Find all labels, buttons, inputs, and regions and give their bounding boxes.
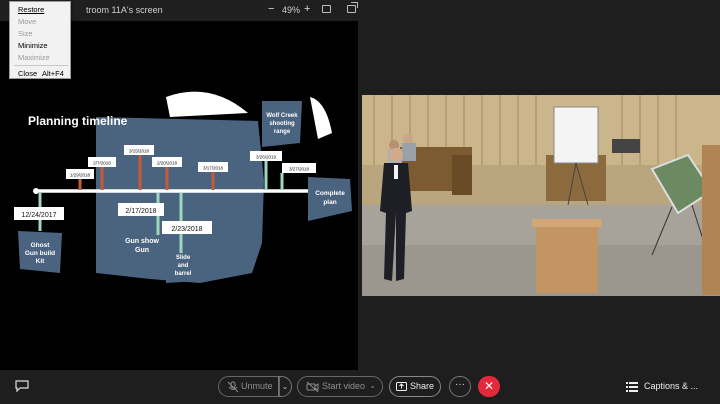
mic-muted-icon xyxy=(227,381,239,393)
zoom-level-readout[interactable]: 49% xyxy=(282,5,300,15)
date-label-below-3: 2/23/2018 xyxy=(171,226,202,233)
menu-item-restore[interactable]: Restore xyxy=(18,5,44,14)
share-screen-icon xyxy=(396,382,407,391)
date-label-3: 3/15/2018 xyxy=(129,149,150,154)
date-label-7: 3/27/2018 xyxy=(289,167,310,172)
share-label: Share xyxy=(410,381,435,391)
date-label-1: 1/29/2018 xyxy=(70,173,91,178)
date-label-4: 2/20/2018 xyxy=(157,161,178,166)
video-options-chevron-icon[interactable]: ⌄ xyxy=(369,381,376,390)
courtroom-video-frame xyxy=(362,95,720,296)
leave-meeting-button[interactable]: ✕ xyxy=(478,376,500,397)
system-menu: Restore Move Size Minimize Maximize Clos… xyxy=(9,1,71,79)
unmute-label: Unmute xyxy=(241,381,273,391)
chevron-down-icon: ⌄ xyxy=(281,382,289,391)
meeting-controls: Unmute ⌄ Start video ⌄ Share ··· ✕ Capti… xyxy=(0,370,720,404)
captions-icon xyxy=(626,382,638,392)
shared-screen-header: troom 11A's screen − 49% + xyxy=(0,0,720,20)
menu-item-maximize: Maximize xyxy=(18,53,50,62)
timeline-axis-start xyxy=(33,188,39,194)
fit-to-window-icon[interactable] xyxy=(322,5,331,13)
courtroom-video-feed xyxy=(362,95,720,296)
audio-options-chevron[interactable]: ⌄ xyxy=(278,376,292,397)
share-button[interactable]: Share xyxy=(389,376,441,397)
start-video-button[interactable]: Start video ⌄ xyxy=(297,376,383,397)
menu-item-close-shortcut: Alt+F4 xyxy=(42,69,64,78)
chat-icon[interactable] xyxy=(15,380,29,392)
date-label-5: 3/17/2018 xyxy=(203,166,224,171)
date-label-below-2: 2/17/2018 xyxy=(125,208,156,215)
menu-item-move: Move xyxy=(18,17,37,26)
zoom-out-button[interactable]: − xyxy=(268,3,274,15)
menu-item-size: Size xyxy=(18,29,33,38)
zoom-in-button[interactable]: + xyxy=(304,3,310,15)
slide-ornament xyxy=(166,91,248,117)
more-options-button[interactable]: ··· xyxy=(449,376,471,397)
menu-item-minimize[interactable]: Minimize xyxy=(18,41,48,50)
slide-title: Planning timeline xyxy=(28,114,128,128)
slide-ornament-right xyxy=(310,97,332,139)
date-label-below-1: 12/24/2017 xyxy=(21,212,56,219)
date-label-6: 3/26/2019 xyxy=(256,155,277,160)
date-label-2: 2/7/2018 xyxy=(93,161,111,166)
close-icon: ✕ xyxy=(483,379,495,393)
menu-separator xyxy=(14,65,68,66)
pop-out-arrow-icon xyxy=(351,2,358,8)
camera-off-icon xyxy=(306,381,319,393)
captions-label: Captions & ... xyxy=(644,381,699,391)
meeting-window: troom 11A's screen − 49% + Restore Move … xyxy=(0,0,720,404)
unmute-button[interactable]: Unmute xyxy=(218,376,280,397)
menu-item-close[interactable]: Close xyxy=(18,69,37,78)
start-video-label: Start video xyxy=(322,381,366,391)
shared-screen-title: troom 11A's screen xyxy=(86,5,163,15)
